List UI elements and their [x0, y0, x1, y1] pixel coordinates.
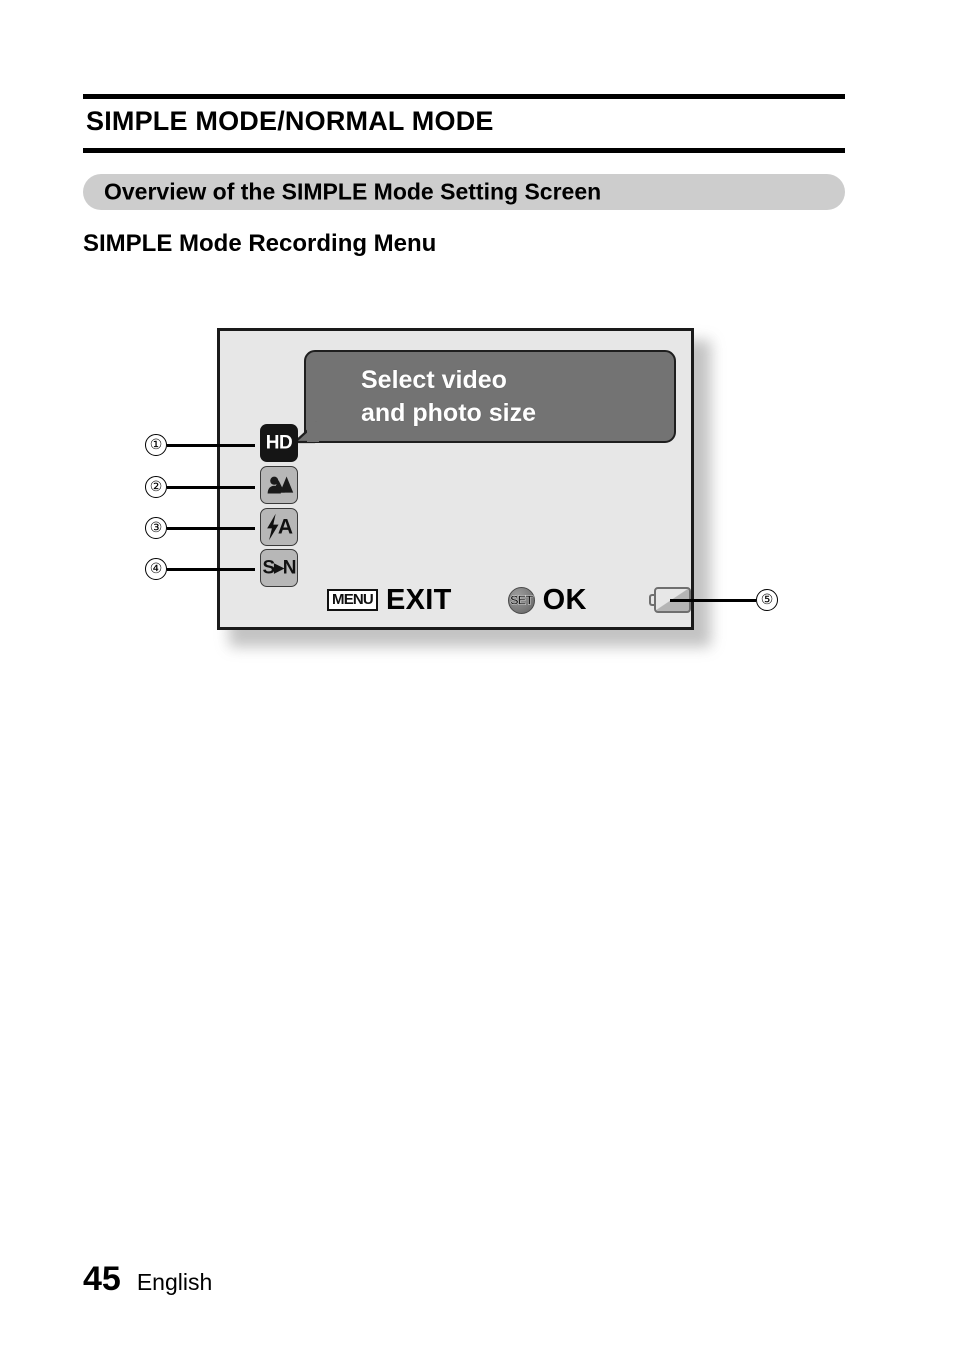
exit-label: EXIT — [385, 583, 452, 616]
set-button-chip[interactable]: SET — [507, 586, 535, 614]
video-photo-size-icon[interactable]: HD — [260, 424, 298, 462]
callout-number-4: ④ — [145, 558, 167, 580]
chapter-title: SIMPLE MODE/NORMAL MODE — [86, 106, 494, 136]
page-number: 45 — [83, 1260, 121, 1298]
callout-number-3: ③ — [145, 517, 167, 539]
person-mountain-icon — [267, 476, 294, 494]
help-bubble: Select video and photo size — [293, 350, 676, 444]
page-language: English — [136, 1269, 213, 1295]
page-footer: 45 English — [83, 1262, 212, 1296]
header-rule-bottom — [83, 148, 845, 153]
callout-leader-2 — [167, 486, 255, 489]
callout-leader-1 — [167, 444, 255, 447]
callout-number-2: ② — [145, 476, 167, 498]
osd-bottom-bar: MENU EXIT SET OK — [327, 583, 587, 617]
flash-auto-icon[interactable]: A — [260, 508, 298, 546]
callout-number-1: ① — [145, 434, 167, 456]
section-band: Overview of the SIMPLE Mode Setting Scre… — [83, 174, 845, 210]
section-band-label: Overview of the SIMPLE Mode Setting Scre… — [104, 178, 602, 205]
video-photo-size-icon-label: HD — [265, 432, 293, 454]
scene-select-icon[interactable] — [260, 466, 298, 504]
menu-button-chip[interactable]: MENU — [327, 589, 378, 611]
callout-leader-3 — [167, 527, 255, 530]
page-header: SIMPLE MODE/NORMAL MODE — [83, 94, 845, 153]
help-bubble-text: Select video and photo size — [361, 366, 536, 427]
simple-to-normal-icon[interactable]: S▸N — [260, 549, 298, 587]
ok-label: OK — [542, 583, 587, 616]
set-button-chip-label: SET — [509, 592, 534, 608]
flash-auto-letter: A — [277, 515, 293, 539]
callout-leader-4 — [167, 568, 255, 571]
callout-number-5: ⑤ — [756, 589, 778, 611]
callout-leader-5 — [670, 599, 756, 602]
simple-to-normal-label: S▸N — [262, 557, 297, 579]
sub-heading: SIMPLE Mode Recording Menu — [83, 230, 437, 257]
